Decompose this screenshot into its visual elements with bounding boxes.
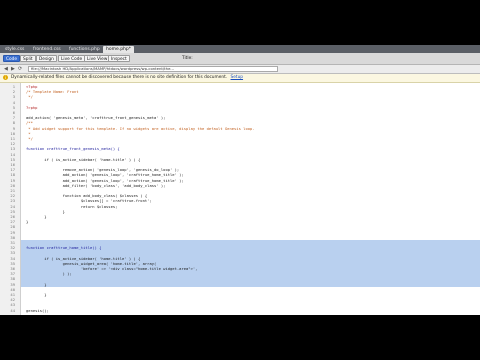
address-input[interactable]: file:///Macintosh HD/Applications/MAMP/h… [28, 66, 278, 72]
info-message: Dynamically-related files cannot be disc… [11, 75, 228, 80]
code-view-button[interactable]: Code [3, 55, 21, 62]
code-editor[interactable]: 1 <?php 2/* Template Name: Front 3 */4 5 ?>ph… [0, 83, 480, 315]
title-label: Title: [182, 56, 193, 61]
back-icon[interactable]: ◀ [4, 66, 8, 72]
design-view-button[interactable]: Design [36, 55, 57, 62]
dreamweaver-window: style.css frontend.css functions.php hom… [0, 45, 480, 315]
setup-link[interactable]: Setup [231, 75, 244, 80]
tab-frontend-css[interactable]: frontend.css [30, 46, 64, 53]
info-icon: i [3, 75, 8, 80]
line-text: genesis(); [26, 307, 49, 313]
split-view-button[interactable]: Split [20, 55, 36, 62]
document-toolbar: Code Split Design Live Code Live View In… [0, 53, 480, 65]
info-bar: i Dynamically-related files cannot be di… [0, 74, 480, 83]
forward-icon[interactable]: ▶ [11, 66, 15, 72]
refresh-icon[interactable]: ⟳ [18, 66, 22, 72]
tab-style-css[interactable]: style.css [2, 46, 27, 53]
tab-functions-php[interactable]: functions.php [66, 46, 103, 53]
live-view-button[interactable]: Live View [84, 55, 111, 62]
live-code-button[interactable]: Live Code [58, 55, 86, 62]
tab-home-php[interactable]: home.php* [103, 46, 135, 53]
code-line[interactable]: 44 genesis(); [0, 308, 480, 314]
document-tabbar: style.css frontend.css functions.php hom… [0, 45, 480, 53]
line-number: 44 [10, 307, 15, 313]
inspect-button[interactable]: Inspect [108, 55, 130, 62]
address-bar: ◀ ▶ ⟳ file:///Macintosh HD/Applications/… [0, 65, 480, 74]
